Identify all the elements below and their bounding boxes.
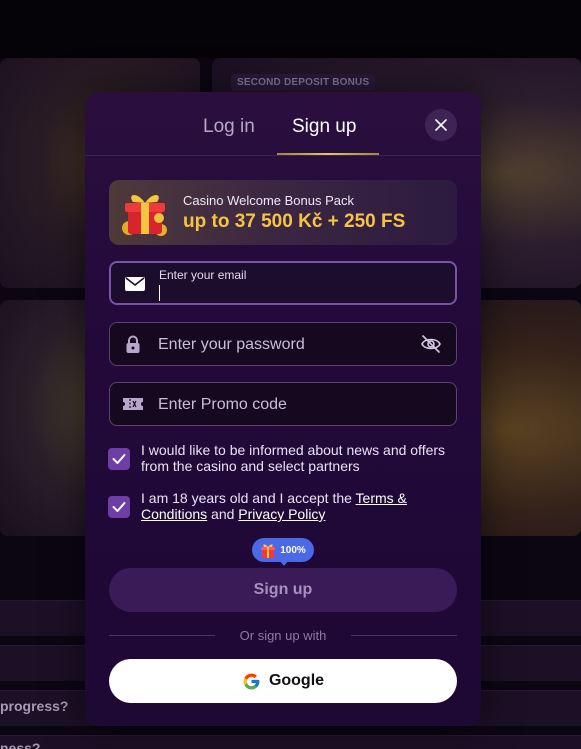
age-terms-prefix: I am 18 years old and I accept the	[141, 490, 356, 506]
text-caret	[159, 285, 160, 301]
gift-icon	[261, 543, 276, 558]
age-terms-text: I am 18 years old and I accept the Terms…	[141, 490, 459, 522]
faq-row[interactable]	[0, 735, 581, 749]
auth-tabs: Log in Sign up	[85, 92, 481, 156]
age-terms-checkbox[interactable]	[108, 496, 130, 518]
email-label: Enter your email	[159, 268, 247, 282]
and-text: and	[207, 506, 239, 522]
top-bar	[0, 0, 581, 58]
eye-off-icon[interactable]	[420, 334, 442, 354]
close-button[interactable]	[425, 109, 457, 141]
bonus-title: Casino Welcome Bonus Pack	[183, 193, 355, 208]
email-field[interactable]: Enter your email	[109, 261, 457, 305]
privacy-policy-link[interactable]: Privacy Policy	[238, 506, 325, 522]
divider	[85, 155, 481, 156]
divider-line	[351, 635, 457, 636]
google-icon	[243, 673, 260, 689]
password-placeholder: Enter your password	[158, 336, 305, 353]
password-field[interactable]: Enter your password	[109, 322, 457, 366]
close-icon	[435, 119, 447, 131]
promo-badge: SECOND DEPOSIT BONUS	[231, 74, 376, 91]
bonus-percent: 100%	[280, 544, 306, 556]
ticket-icon	[123, 398, 143, 410]
news-consent-text: I would like to be informed about news a…	[141, 442, 446, 474]
bonus-amount: up to 37 500 Kč + 250 FS	[183, 211, 406, 232]
lock-icon	[126, 335, 140, 353]
check-icon	[112, 502, 126, 512]
signup-button[interactable]: Sign up	[109, 568, 457, 612]
tab-signup[interactable]: Sign up	[292, 116, 356, 138]
faq-question: ness?	[0, 740, 41, 749]
check-icon	[112, 454, 126, 464]
bonus-percent-badge: 100%	[252, 538, 314, 566]
mail-icon	[125, 277, 145, 291]
signup-modal: Log in Sign up Casino Welcome Bonus Pack…	[85, 92, 481, 726]
google-signup-button[interactable]: Google	[109, 659, 457, 703]
social-divider: Or sign up with	[109, 628, 457, 644]
welcome-bonus-banner: Casino Welcome Bonus Pack up to 37 500 K…	[109, 180, 457, 245]
gift-icon	[122, 194, 167, 236]
news-consent-checkbox[interactable]	[108, 448, 130, 470]
promo-placeholder: Enter Promo code	[158, 396, 287, 413]
tab-login[interactable]: Log in	[203, 116, 255, 138]
google-button-label: Google	[268, 672, 325, 689]
faq-question: progress?	[0, 698, 69, 714]
promo-code-field[interactable]: Enter Promo code	[109, 382, 457, 426]
